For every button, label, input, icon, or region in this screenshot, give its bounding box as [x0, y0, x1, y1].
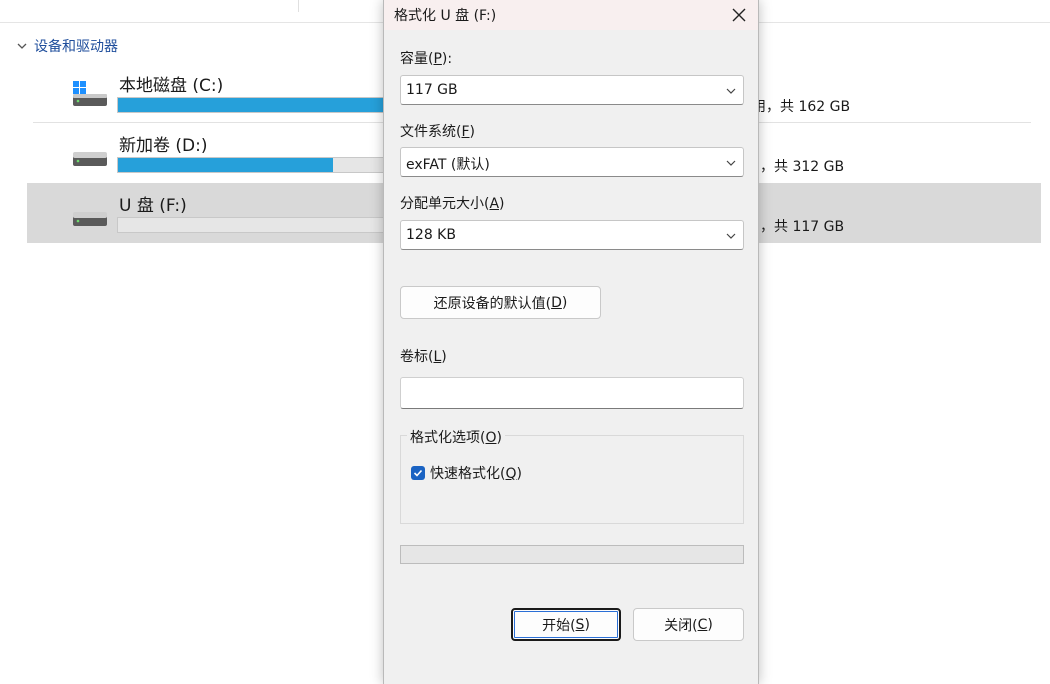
close-dialog-button[interactable]: 关闭(C)	[633, 608, 744, 641]
format-options-legend: 格式化选项(O)	[407, 427, 505, 447]
filesystem-label: 文件系统(F)	[400, 124, 475, 140]
format-options-group: 格式化选项(O) 快速格式化(Q)	[400, 427, 744, 524]
drive-usage-fill	[118, 98, 405, 112]
capacity-select[interactable]: 117 GB	[400, 75, 744, 105]
close-button[interactable]	[726, 2, 752, 28]
drive-space-text: 用，共 162 GB	[752, 99, 851, 115]
windows-drive-icon	[73, 81, 107, 106]
dialog-title: 格式化 U 盘 (F:)	[394, 8, 497, 24]
group-header-label: 设备和驱动器	[34, 39, 118, 55]
close-icon	[732, 8, 746, 22]
restore-defaults-button[interactable]: 还原设备的默认值(D)	[400, 286, 601, 319]
format-dialog: 格式化 U 盘 (F:) 容量(P): 117 GB 文件系统(F) exFAT…	[383, 0, 759, 684]
allocation-select[interactable]: 128 KB	[400, 220, 744, 250]
filesystem-value: exFAT (默认)	[406, 157, 490, 173]
drive-space-text: ，共 312 GB	[760, 159, 845, 175]
volume-label-input[interactable]	[400, 377, 744, 409]
chevron-down-icon	[17, 43, 27, 49]
group-header-devices[interactable]: 设备和驱动器	[16, 36, 118, 56]
drive-space-text: ，共 117 GB	[760, 219, 845, 235]
volume-label: 卷标(L)	[400, 349, 447, 365]
hard-drive-icon	[73, 212, 107, 226]
allocation-value: 128 KB	[406, 227, 456, 243]
chevron-down-icon	[726, 160, 736, 166]
capacity-value: 117 GB	[406, 82, 458, 98]
start-button[interactable]: 开始(S)	[511, 608, 621, 641]
quick-format-checkbox[interactable]: 快速格式化(Q)	[411, 463, 522, 483]
drive-name: 本地磁盘 (C:)	[119, 76, 224, 96]
capacity-label: 容量(P):	[400, 51, 453, 67]
filesystem-select[interactable]: exFAT (默认)	[400, 147, 744, 177]
drive-name: 新加卷 (D:)	[119, 136, 208, 156]
drive-usage-fill	[118, 158, 333, 172]
chevron-down-icon	[726, 233, 736, 239]
drive-name: U 盘 (F:)	[119, 196, 187, 216]
hard-drive-icon	[73, 152, 107, 166]
allocation-label: 分配单元大小(A)	[400, 196, 505, 212]
quick-format-label: 快速格式化(Q)	[430, 466, 522, 482]
column-divider	[298, 0, 299, 12]
chevron-down-icon	[726, 88, 736, 94]
dialog-titlebar: 格式化 U 盘 (F:)	[384, 0, 758, 30]
format-progress-bar	[400, 545, 744, 564]
checkbox-checked-icon	[411, 466, 425, 480]
